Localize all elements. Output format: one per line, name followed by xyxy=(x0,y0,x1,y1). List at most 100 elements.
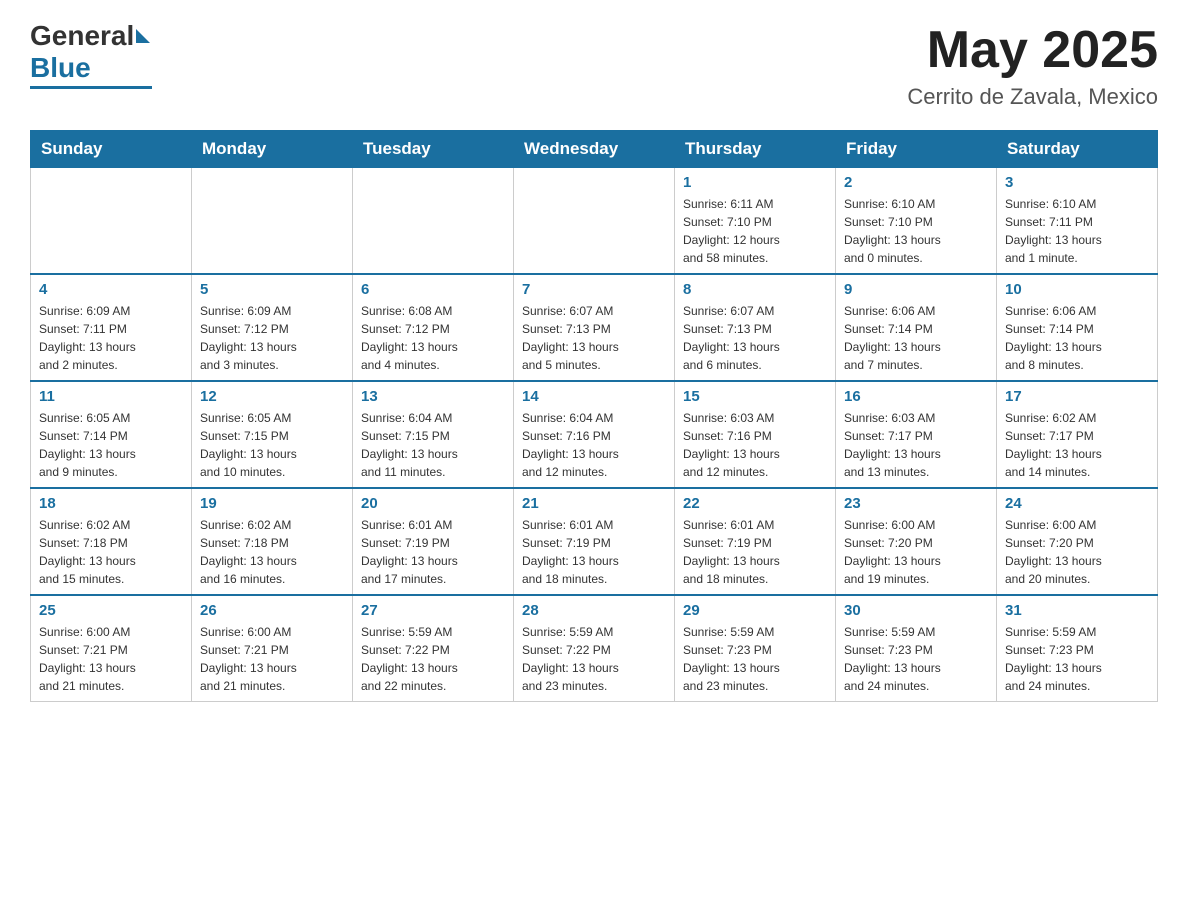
day-number: 27 xyxy=(361,602,505,619)
calendar-cell: 19 Sunrise: 6:02 AM Sunset: 7:18 PM Dayli… xyxy=(192,488,353,595)
day-info: Sunrise: 6:00 AM Sunset: 7:20 PM Dayligh… xyxy=(1005,516,1149,588)
week-row-2: 4 Sunrise: 6:09 AM Sunset: 7:11 PM Daylig… xyxy=(31,274,1158,381)
calendar-cell: 24Sunrise: 6:00 AM Sunset: 7:20 PM Dayli… xyxy=(997,488,1158,595)
logo-arrow-icon xyxy=(136,29,150,43)
day-number: 7 xyxy=(522,281,666,298)
day-number: 25 xyxy=(39,602,183,619)
day-info: Sunrise: 6:09 AM Sunset: 7:12 PM Dayligh… xyxy=(200,302,344,374)
calendar-cell: 5 Sunrise: 6:09 AM Sunset: 7:12 PM Daylig… xyxy=(192,274,353,381)
calendar-cell: 27 Sunrise: 5:59 AM Sunset: 7:22 PM Dayli… xyxy=(353,595,514,702)
logo-underline xyxy=(30,86,152,89)
day-info: Sunrise: 6:06 AM Sunset: 7:14 PM Dayligh… xyxy=(844,302,988,374)
calendar-cell xyxy=(192,168,353,275)
day-info: Sunrise: 6:05 AM Sunset: 7:14 PM Dayligh… xyxy=(39,409,183,481)
day-info: Sunrise: 6:10 AM Sunset: 7:11 PM Dayligh… xyxy=(1005,195,1149,267)
calendar-cell xyxy=(31,168,192,275)
day-number: 21 xyxy=(522,495,666,512)
week-row-4: 18Sunrise: 6:02 AM Sunset: 7:18 PM Dayli… xyxy=(31,488,1158,595)
day-info: Sunrise: 6:02 AM Sunset: 7:18 PM Dayligh… xyxy=(200,516,344,588)
day-info: Sunrise: 5:59 AM Sunset: 7:23 PM Dayligh… xyxy=(844,623,988,695)
calendar-cell: 22 Sunrise: 6:01 AM Sunset: 7:19 PM Dayli… xyxy=(675,488,836,595)
day-number: 4 xyxy=(39,281,183,298)
day-info: Sunrise: 6:06 AM Sunset: 7:14 PM Dayligh… xyxy=(1005,302,1149,374)
header-monday: Monday xyxy=(192,131,353,168)
day-info: Sunrise: 6:01 AM Sunset: 7:19 PM Dayligh… xyxy=(683,516,827,588)
day-info: Sunrise: 5:59 AM Sunset: 7:22 PM Dayligh… xyxy=(522,623,666,695)
calendar-cell: 21 Sunrise: 6:01 AM Sunset: 7:19 PM Dayli… xyxy=(514,488,675,595)
day-number: 19 xyxy=(200,495,344,512)
calendar-header-row: SundayMondayTuesdayWednesdayThursdayFrid… xyxy=(31,131,1158,168)
header-friday: Friday xyxy=(836,131,997,168)
calendar-cell: 16 Sunrise: 6:03 AM Sunset: 7:17 PM Dayli… xyxy=(836,381,997,488)
day-number: 31 xyxy=(1005,602,1149,619)
logo-general-text: General xyxy=(30,20,134,52)
week-row-1: 1Sunrise: 6:11 AM Sunset: 7:10 PM Daylig… xyxy=(31,168,1158,275)
day-number: 20 xyxy=(361,495,505,512)
day-info: Sunrise: 5:59 AM Sunset: 7:22 PM Dayligh… xyxy=(361,623,505,695)
title-section: May 2025 Cerrito de Zavala, Mexico xyxy=(907,20,1158,110)
calendar-cell: 17Sunrise: 6:02 AM Sunset: 7:17 PM Dayli… xyxy=(997,381,1158,488)
day-info: Sunrise: 6:01 AM Sunset: 7:19 PM Dayligh… xyxy=(522,516,666,588)
header-thursday: Thursday xyxy=(675,131,836,168)
day-number: 13 xyxy=(361,388,505,405)
calendar-cell: 28 Sunrise: 5:59 AM Sunset: 7:22 PM Dayli… xyxy=(514,595,675,702)
day-info: Sunrise: 6:10 AM Sunset: 7:10 PM Dayligh… xyxy=(844,195,988,267)
calendar-cell: 26 Sunrise: 6:00 AM Sunset: 7:21 PM Dayli… xyxy=(192,595,353,702)
day-info: Sunrise: 6:03 AM Sunset: 7:17 PM Dayligh… xyxy=(844,409,988,481)
day-number: 23 xyxy=(844,495,988,512)
calendar-cell: 11 Sunrise: 6:05 AM Sunset: 7:14 PM Dayli… xyxy=(31,381,192,488)
day-info: Sunrise: 6:00 AM Sunset: 7:20 PM Dayligh… xyxy=(844,516,988,588)
day-info: Sunrise: 6:07 AM Sunset: 7:13 PM Dayligh… xyxy=(683,302,827,374)
logo: General Blue xyxy=(30,20,152,89)
calendar-cell: 30Sunrise: 5:59 AM Sunset: 7:23 PM Dayli… xyxy=(836,595,997,702)
calendar-cell: 15Sunrise: 6:03 AM Sunset: 7:16 PM Dayli… xyxy=(675,381,836,488)
calendar-cell: 9Sunrise: 6:06 AM Sunset: 7:14 PM Daylig… xyxy=(836,274,997,381)
calendar-cell: 4 Sunrise: 6:09 AM Sunset: 7:11 PM Daylig… xyxy=(31,274,192,381)
calendar-cell: 18Sunrise: 6:02 AM Sunset: 7:18 PM Dayli… xyxy=(31,488,192,595)
day-number: 22 xyxy=(683,495,827,512)
calendar-cell: 7Sunrise: 6:07 AM Sunset: 7:13 PM Daylig… xyxy=(514,274,675,381)
day-number: 28 xyxy=(522,602,666,619)
day-number: 3 xyxy=(1005,174,1149,191)
day-info: Sunrise: 6:04 AM Sunset: 7:16 PM Dayligh… xyxy=(522,409,666,481)
calendar-cell: 3 Sunrise: 6:10 AM Sunset: 7:11 PM Daylig… xyxy=(997,168,1158,275)
page-header: General Blue May 2025 Cerrito de Zavala,… xyxy=(30,20,1158,110)
calendar-cell: 31 Sunrise: 5:59 AM Sunset: 7:23 PM Dayli… xyxy=(997,595,1158,702)
calendar-cell xyxy=(514,168,675,275)
calendar-cell xyxy=(353,168,514,275)
calendar-cell: 1Sunrise: 6:11 AM Sunset: 7:10 PM Daylig… xyxy=(675,168,836,275)
logo-blue-text: Blue xyxy=(30,52,91,84)
calendar-cell: 23 Sunrise: 6:00 AM Sunset: 7:20 PM Dayli… xyxy=(836,488,997,595)
calendar-table: SundayMondayTuesdayWednesdayThursdayFrid… xyxy=(30,130,1158,702)
calendar-cell: 8 Sunrise: 6:07 AM Sunset: 7:13 PM Daylig… xyxy=(675,274,836,381)
day-number: 8 xyxy=(683,281,827,298)
day-number: 16 xyxy=(844,388,988,405)
calendar-cell: 20Sunrise: 6:01 AM Sunset: 7:19 PM Dayli… xyxy=(353,488,514,595)
day-number: 17 xyxy=(1005,388,1149,405)
day-info: Sunrise: 6:08 AM Sunset: 7:12 PM Dayligh… xyxy=(361,302,505,374)
day-number: 12 xyxy=(200,388,344,405)
day-number: 10 xyxy=(1005,281,1149,298)
day-info: Sunrise: 6:00 AM Sunset: 7:21 PM Dayligh… xyxy=(39,623,183,695)
calendar-cell: 2Sunrise: 6:10 AM Sunset: 7:10 PM Daylig… xyxy=(836,168,997,275)
calendar-cell: 14 Sunrise: 6:04 AM Sunset: 7:16 PM Dayli… xyxy=(514,381,675,488)
calendar-cell: 13Sunrise: 6:04 AM Sunset: 7:15 PM Dayli… xyxy=(353,381,514,488)
day-info: Sunrise: 6:09 AM Sunset: 7:11 PM Dayligh… xyxy=(39,302,183,374)
day-number: 26 xyxy=(200,602,344,619)
location-subtitle: Cerrito de Zavala, Mexico xyxy=(907,84,1158,110)
header-wednesday: Wednesday xyxy=(514,131,675,168)
day-number: 11 xyxy=(39,388,183,405)
day-number: 5 xyxy=(200,281,344,298)
day-number: 14 xyxy=(522,388,666,405)
day-info: Sunrise: 6:05 AM Sunset: 7:15 PM Dayligh… xyxy=(200,409,344,481)
day-number: 6 xyxy=(361,281,505,298)
header-tuesday: Tuesday xyxy=(353,131,514,168)
day-info: Sunrise: 6:00 AM Sunset: 7:21 PM Dayligh… xyxy=(200,623,344,695)
calendar-cell: 10 Sunrise: 6:06 AM Sunset: 7:14 PM Dayli… xyxy=(997,274,1158,381)
day-info: Sunrise: 5:59 AM Sunset: 7:23 PM Dayligh… xyxy=(1005,623,1149,695)
week-row-5: 25 Sunrise: 6:00 AM Sunset: 7:21 PM Dayli… xyxy=(31,595,1158,702)
calendar-cell: 6 Sunrise: 6:08 AM Sunset: 7:12 PM Daylig… xyxy=(353,274,514,381)
header-saturday: Saturday xyxy=(997,131,1158,168)
calendar-cell: 12 Sunrise: 6:05 AM Sunset: 7:15 PM Dayli… xyxy=(192,381,353,488)
day-info: Sunrise: 6:11 AM Sunset: 7:10 PM Dayligh… xyxy=(683,195,827,267)
